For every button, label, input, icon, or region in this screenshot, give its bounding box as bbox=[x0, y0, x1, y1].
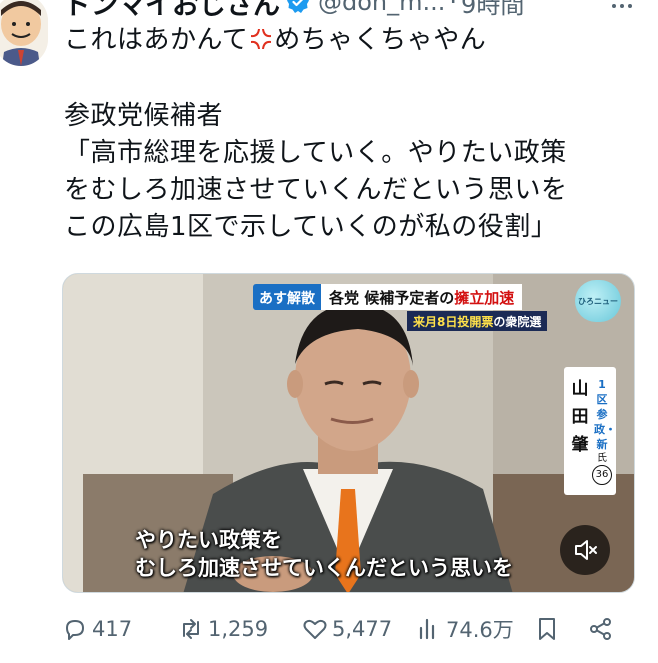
views-chart-icon bbox=[419, 618, 435, 640]
subbanner-suffix: の衆院選 bbox=[493, 315, 542, 329]
repost-icon bbox=[183, 619, 199, 639]
subbanner-date: 来月8日投開票 bbox=[413, 315, 494, 329]
banner-headline: 各党 候補予定者の擁立加速 bbox=[321, 284, 523, 310]
banner-accent: 擁立加速 bbox=[454, 289, 515, 307]
speaker-party: 1区参政・新 bbox=[594, 378, 616, 451]
timestamp[interactable]: 9時間 bbox=[461, 0, 524, 20]
like-button[interactable]: 5,477 bbox=[302, 612, 392, 646]
action-bar: 417 1,259 5,477 74.6万 bbox=[62, 612, 622, 646]
channel-logo: ひろニュー bbox=[575, 280, 621, 322]
mute-button[interactable] bbox=[560, 525, 610, 575]
speaker-name: 山田肇 bbox=[571, 379, 589, 455]
more-options-icon[interactable] bbox=[612, 0, 632, 16]
reply-button[interactable]: 417 bbox=[62, 612, 132, 646]
speaker-muted-icon bbox=[575, 540, 597, 560]
speaker-title: 氏 bbox=[597, 453, 607, 464]
news-banner: あす解散 各党 候補予定者の擁立加速 bbox=[253, 284, 523, 310]
video-caption: やりたい政策を むしろ加速させていくんだという思いを bbox=[135, 526, 513, 582]
share-button[interactable] bbox=[588, 612, 618, 646]
tweet-line-1b: めちゃくちゃやん bbox=[274, 25, 487, 55]
tweet-line-1: これはあかんて めちゃくちゃやん bbox=[64, 22, 649, 59]
caption-line-1: やりたい政策を bbox=[135, 528, 282, 552]
bookmark-button[interactable] bbox=[534, 612, 564, 646]
avatar[interactable] bbox=[0, 0, 48, 66]
news-subbanner: 来月8日投開票の衆院選 bbox=[407, 311, 548, 331]
verified-badge-icon bbox=[287, 0, 309, 13]
video-media[interactable]: あす解散 各党 候補予定者の擁立加速 来月8日投開票の衆院選 ひろニュー 山田肇… bbox=[62, 273, 635, 593]
logo-text: ひろニュー bbox=[578, 296, 618, 306]
handle[interactable]: @don_m... bbox=[318, 0, 445, 16]
tweet-text: これはあかんて めちゃくちゃやん 参政党候補者 「高市総理を応援していく。やりた… bbox=[64, 22, 649, 246]
repost-count: 1,259 bbox=[208, 617, 269, 641]
tweet-line-4: 「高市総理を応援していく。やりたい政策 bbox=[64, 138, 567, 168]
bookmark-icon bbox=[539, 618, 555, 640]
tweet-line-1a: これはあかんて bbox=[64, 25, 249, 55]
like-count: 5,477 bbox=[332, 617, 393, 641]
tweet-line-5: をむしろ加速させていくんだという思いを bbox=[64, 175, 568, 205]
anger-symbol-icon bbox=[251, 29, 272, 49]
repost-button[interactable]: 1,259 bbox=[178, 612, 268, 646]
separator-dot: · bbox=[449, 0, 458, 16]
reply-count: 417 bbox=[92, 617, 133, 641]
heart-icon bbox=[303, 619, 327, 639]
tweet-line-6: この広島1区で示していくのが私の役割」 bbox=[64, 212, 558, 242]
speaker-nameplate: 山田肇 1区参政・新 氏 36 bbox=[564, 367, 616, 495]
banner-prefix: 各党 候補予定者の bbox=[329, 289, 455, 307]
tweet-line-3: 参政党候補者 bbox=[64, 101, 224, 131]
caption-line-2: むしろ加速させていくんだという思いを bbox=[135, 556, 513, 580]
views-button[interactable]: 74.6万 bbox=[416, 612, 514, 646]
views-count: 74.6万 bbox=[446, 618, 514, 642]
share-icon bbox=[590, 618, 611, 640]
speaker-age: 36 bbox=[592, 465, 612, 485]
display-name[interactable]: ドンマイおじさん bbox=[64, 0, 280, 22]
banner-tag: あす解散 bbox=[253, 284, 321, 310]
reply-icon bbox=[66, 620, 84, 640]
tweet-header: ドンマイおじさん @don_m... · 9時間 bbox=[64, 0, 524, 22]
